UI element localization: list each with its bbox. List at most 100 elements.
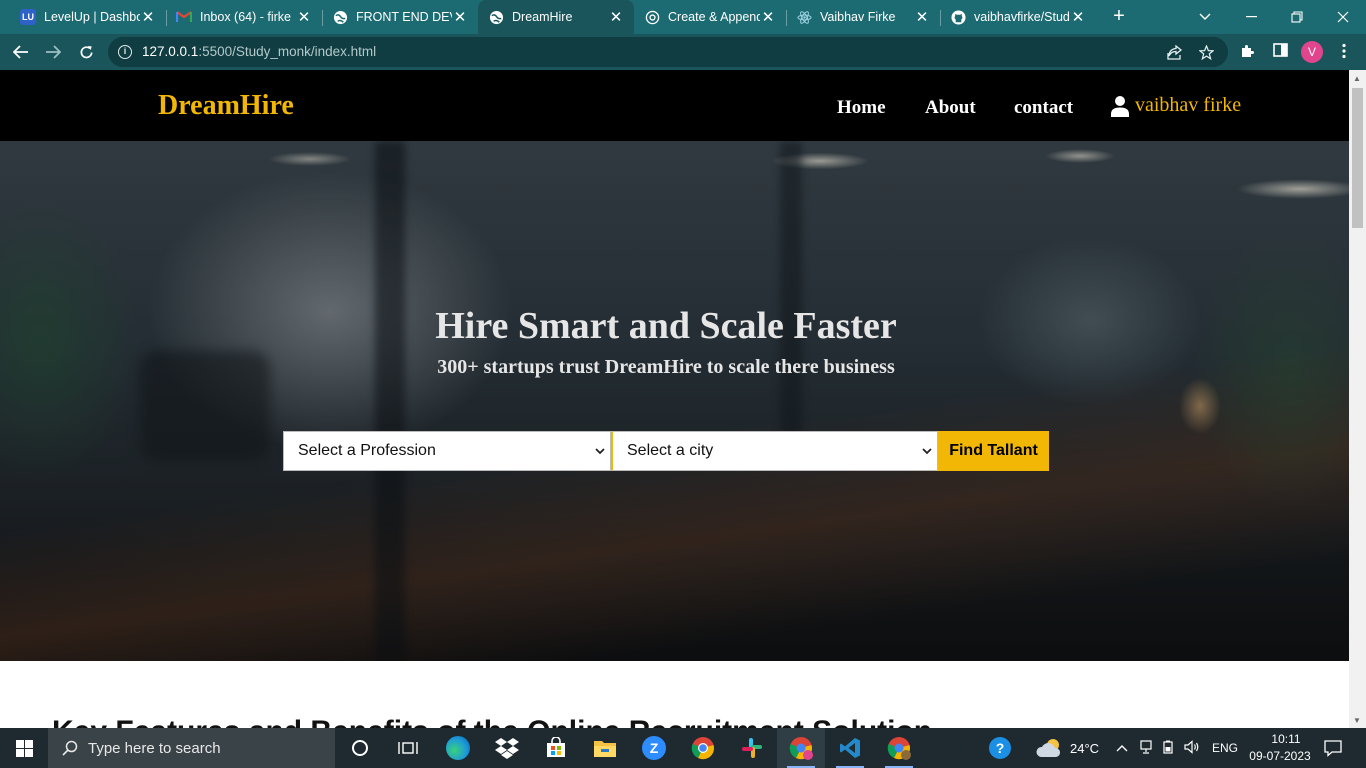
forward-button[interactable]	[41, 40, 65, 64]
taskbar-chrome-profile[interactable]	[777, 728, 825, 768]
tab-levelup[interactable]: LU LevelUp | Dashbo ✕	[0, 0, 166, 34]
reload-button[interactable]	[74, 40, 98, 64]
weather-cloud-icon[interactable]	[1036, 737, 1064, 762]
site-navbar: DreamHire Home About contact vaibhav fir…	[0, 70, 1349, 141]
tab-dreamhire[interactable]: DreamHire ✕	[478, 0, 634, 34]
volume-icon[interactable]	[1184, 740, 1200, 757]
address-bar[interactable]: i 127.0.0.1:5500/Study_monk/index.html	[108, 37, 1228, 67]
new-tab-button[interactable]: +	[1109, 6, 1129, 27]
microsoft-store-icon	[547, 737, 565, 757]
city-select-value: Select a city	[627, 442, 714, 459]
clock-date[interactable]: 09-07-2023	[1248, 749, 1312, 763]
slack-icon	[742, 738, 762, 758]
user-icon	[1111, 95, 1129, 117]
url-text: 127.0.0.1:5500/Study_monk/index.html	[142, 44, 377, 59]
tab-frontend[interactable]: FRONT END DEV ✕	[322, 0, 478, 34]
levelup-icon: LU	[20, 9, 36, 25]
nav-home-link[interactable]: Home	[837, 97, 886, 119]
taskbar-edge[interactable]	[434, 728, 482, 768]
notification-icon[interactable]	[1324, 739, 1342, 760]
close-icon[interactable]: ✕	[452, 8, 468, 26]
tab-vaibhav[interactable]: Vaibhav Firke ✕	[786, 0, 940, 34]
page-viewport: DreamHire Home About contact vaibhav fir…	[0, 70, 1349, 728]
taskbar-zoom[interactable]: Z	[630, 728, 678, 768]
back-button[interactable]	[9, 40, 33, 64]
close-icon[interactable]: ✕	[140, 8, 156, 26]
chrome-icon	[691, 737, 714, 760]
taskbar-dropbox[interactable]	[483, 728, 531, 768]
windows-logo-icon	[15, 739, 33, 757]
taskbar-search-input[interactable]: Type here to search	[48, 728, 335, 768]
page-scrollbar[interactable]: ▲ ▼	[1349, 70, 1366, 728]
close-window-button[interactable]	[1320, 0, 1366, 34]
tab-gmail[interactable]: Inbox (64) - firke ✕	[166, 0, 322, 34]
tray-chevron-up-icon[interactable]	[1116, 740, 1128, 755]
tab-label: FRONT END DEV	[356, 10, 452, 24]
side-panel-icon[interactable]	[1271, 43, 1289, 61]
taskbar-chrome[interactable]	[679, 728, 727, 768]
task-view-icon	[398, 742, 418, 754]
help-icon: ?	[989, 737, 1011, 759]
edge-icon	[446, 736, 470, 760]
find-talent-button[interactable]: Find Tallant	[938, 431, 1049, 471]
cortana-button[interactable]	[336, 728, 384, 768]
scrollbar-thumb[interactable]	[1352, 88, 1363, 228]
hero-subtitle: 300+ startups trust DreamHire to scale t…	[437, 356, 895, 378]
taskbar-file-explorer[interactable]	[581, 728, 629, 768]
folder-icon	[594, 741, 616, 757]
nav-contact-link[interactable]: contact	[1014, 97, 1073, 119]
brand-logo[interactable]: DreamHire	[158, 90, 294, 122]
scroll-down-arrow-icon[interactable]: ▼	[1353, 716, 1361, 725]
tab-label: vaibhavfirke/Stud	[974, 10, 1070, 24]
tab-label: LevelUp | Dashbo	[44, 10, 140, 24]
task-view-button[interactable]	[384, 728, 432, 768]
weather-temperature[interactable]: 24°C	[1070, 741, 1099, 756]
profession-select[interactable]: Select a Profession	[283, 431, 611, 471]
info-icon[interactable]: i	[118, 45, 132, 59]
minimize-button[interactable]	[1228, 0, 1274, 34]
globe-icon	[332, 9, 348, 25]
scroll-up-arrow-icon[interactable]: ▲	[1353, 74, 1361, 83]
taskbar-chrome-2[interactable]	[875, 728, 923, 768]
close-icon[interactable]: ✕	[760, 8, 776, 26]
taskbar-slack[interactable]	[728, 728, 776, 768]
tab-search-chevron-icon[interactable]	[1182, 0, 1228, 34]
hero-title: Hire Smart and Scale Faster	[435, 305, 897, 347]
restore-button[interactable]	[1274, 0, 1320, 34]
network-icon[interactable]	[1139, 740, 1153, 757]
bookmark-star-icon[interactable]	[1198, 44, 1215, 63]
language-indicator[interactable]: ENG	[1212, 741, 1238, 755]
taskbar-vscode[interactable]	[826, 728, 874, 768]
kebab-menu-icon[interactable]	[1335, 43, 1353, 61]
tab-github[interactable]: vaibhavfirke/Stud ✕	[940, 0, 1096, 34]
nav-user-link[interactable]: vaibhav firke	[1111, 94, 1241, 117]
extensions-puzzle-icon[interactable]	[1239, 43, 1257, 61]
windows-taskbar: Type here to search Z ? 24°C ENG 10:11 0…	[0, 728, 1366, 768]
help-button[interactable]: ?	[976, 728, 1024, 768]
city-select[interactable]: Select a city	[611, 431, 938, 471]
taskbar-store[interactable]	[532, 728, 580, 768]
tab-chatgpt[interactable]: Create & Append ✕	[634, 0, 786, 34]
clock-time[interactable]: 10:11	[1264, 732, 1308, 746]
zoom-icon: Z	[642, 736, 666, 760]
chevron-down-icon	[922, 448, 932, 455]
vscode-icon	[840, 738, 860, 758]
profile-avatar[interactable]: V	[1301, 41, 1323, 63]
windows-start-button[interactable]	[0, 728, 48, 768]
user-name: vaibhav firke	[1135, 94, 1242, 116]
react-icon	[796, 9, 812, 25]
chrome-profile-icon	[789, 737, 813, 760]
tab-label: DreamHire	[512, 10, 573, 24]
nav-about-link[interactable]: About	[925, 97, 976, 119]
talent-search-form: Select a Profession Select a city Find T…	[283, 431, 1049, 471]
close-icon[interactable]: ✕	[1070, 8, 1086, 26]
battery-icon[interactable]	[1161, 740, 1175, 757]
taskbar-search-placeholder: Type here to search	[88, 739, 221, 757]
close-icon[interactable]: ✕	[914, 8, 930, 26]
share-icon[interactable]	[1167, 44, 1183, 63]
globe-icon	[488, 9, 504, 25]
tab-label: Inbox (64) - firke	[200, 10, 292, 24]
close-icon[interactable]: ✕	[608, 8, 624, 26]
close-icon[interactable]: ✕	[296, 8, 312, 26]
chrome-icon	[887, 737, 911, 760]
